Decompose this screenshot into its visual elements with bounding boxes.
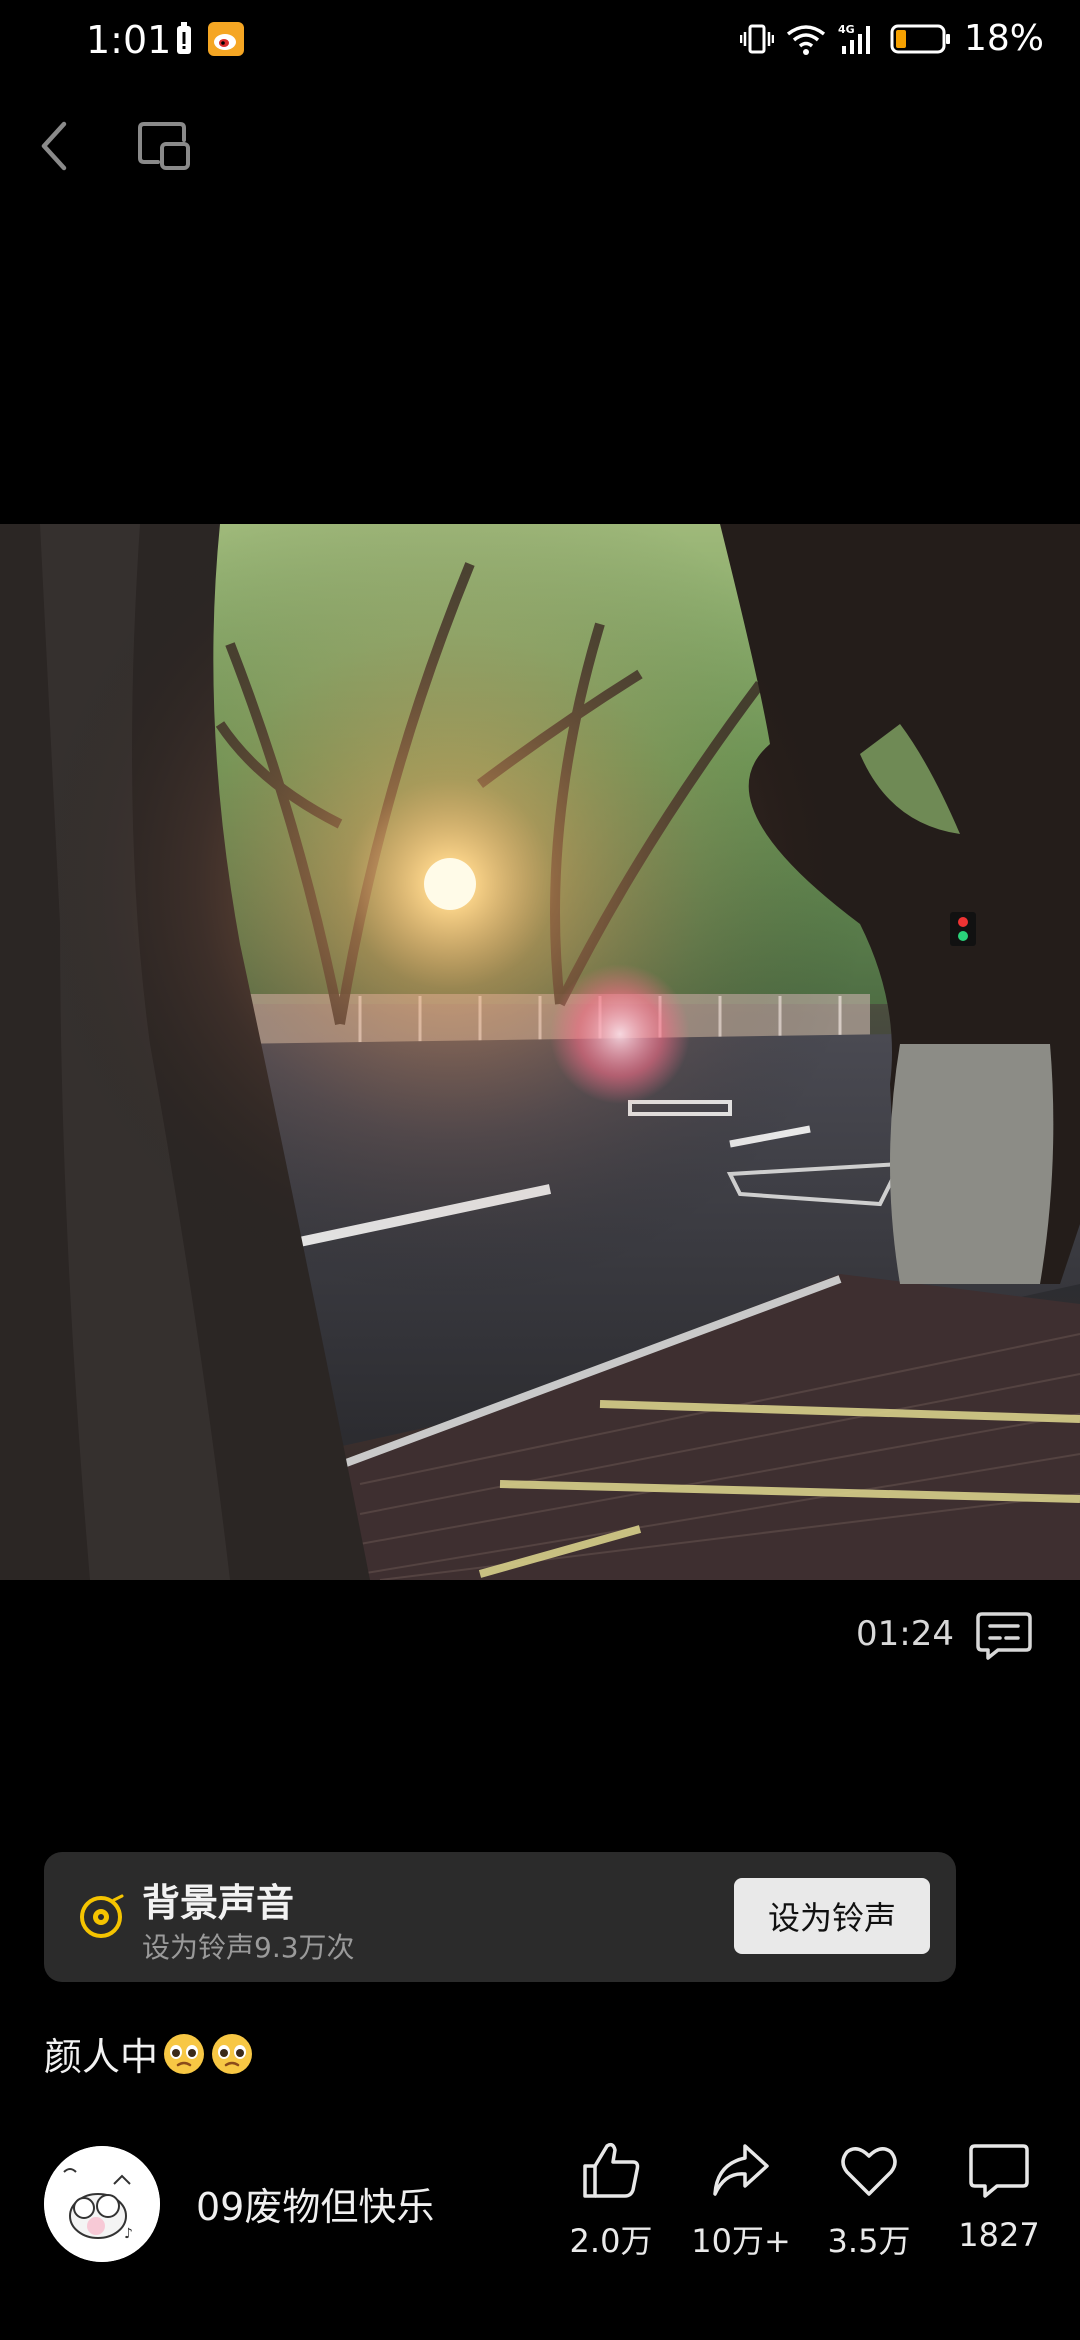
favorite-button[interactable]: 3.5万 bbox=[804, 2138, 934, 2262]
author-avatar[interactable]: ♪ bbox=[44, 2146, 160, 2262]
author-name[interactable]: 09废物但快乐 bbox=[196, 2176, 434, 2231]
pleading-face-emoji-icon bbox=[164, 2033, 205, 2074]
video-timestamp: 01:24 bbox=[856, 1614, 954, 1654]
battery-percentage: 18% bbox=[963, 18, 1044, 59]
picture-in-picture-icon[interactable] bbox=[136, 118, 192, 174]
svg-text:♪: ♪ bbox=[124, 2226, 133, 2242]
thumbs-up-icon bbox=[583, 2142, 640, 2198]
pleading-face-emoji-icon bbox=[212, 2033, 253, 2074]
comment-bubble-icon bbox=[969, 2144, 1029, 2198]
music-disc-icon bbox=[80, 1894, 124, 1938]
weibo-app-icon bbox=[208, 22, 244, 56]
avatar-image: ♪ bbox=[44, 2146, 160, 2262]
battery-saver-icon bbox=[177, 22, 191, 54]
heart-icon bbox=[841, 2147, 897, 2196]
set-ringtone-button[interactable]: 设为铃声 bbox=[734, 1878, 930, 1954]
video-player[interactable] bbox=[0, 524, 1080, 1580]
status-left-icons bbox=[174, 22, 244, 56]
battery-icon bbox=[890, 24, 950, 53]
comment-button[interactable]: 1827 bbox=[934, 2138, 1064, 2254]
caption-text: 颜人中 bbox=[44, 2035, 159, 2079]
status-time: 1:01 bbox=[86, 18, 172, 62]
background-sound-card[interactable]: 背景声音 设为铃声9.3万次 设为铃声 bbox=[44, 1852, 956, 1982]
sound-title: 背景声音 bbox=[142, 1881, 295, 1925]
wifi-icon bbox=[786, 24, 826, 55]
share-arrow-icon bbox=[713, 2144, 769, 2196]
status-bar: 1:01 4G 18% bbox=[0, 0, 1080, 84]
comment-count: 1827 bbox=[958, 2216, 1040, 2254]
sound-subtitle: 设为铃声9.3万次 bbox=[142, 1931, 355, 1964]
vibrate-icon bbox=[739, 24, 774, 53]
like-button[interactable]: 2.0万 bbox=[546, 2138, 676, 2262]
video-frame-image bbox=[0, 524, 1080, 1580]
back-icon[interactable] bbox=[34, 116, 74, 176]
share-button[interactable]: 10万+ bbox=[676, 2138, 806, 2262]
share-count: 10万+ bbox=[691, 2222, 791, 2260]
signal-4g-icon: 4G bbox=[838, 23, 870, 54]
svg-text:4G: 4G bbox=[838, 23, 855, 36]
favorite-count: 3.5万 bbox=[827, 2222, 911, 2260]
danmaku-icon[interactable] bbox=[976, 1610, 1032, 1660]
like-count: 2.0万 bbox=[569, 2222, 653, 2260]
status-right: 4G 18% bbox=[739, 18, 1044, 59]
video-caption: 颜人中 bbox=[44, 2026, 254, 2081]
